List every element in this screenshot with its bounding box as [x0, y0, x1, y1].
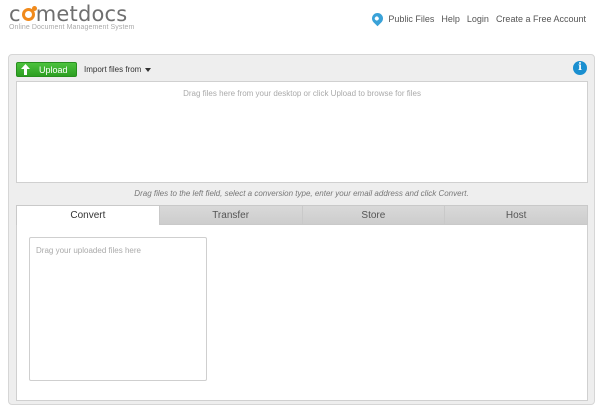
import-files-label: Import files from	[84, 65, 142, 74]
main-panel: Upload Import files from i Drag files he…	[8, 54, 595, 405]
logo-wordmark: c metdocs	[9, 2, 128, 26]
caret-down-icon	[145, 67, 152, 72]
uploaded-files-dropbox[interactable]: Drag your uploaded files here	[29, 237, 207, 381]
uploaded-files-hint: Drag your uploaded files here	[36, 246, 141, 255]
tab-store[interactable]: Store	[302, 205, 446, 225]
info-icon[interactable]: i	[573, 61, 587, 75]
top-nav: Public Files Help Login Create a Free Ac…	[370, 10, 586, 27]
convert-tab-content: Drag your uploaded files here	[16, 225, 588, 401]
tab-transfer[interactable]: Transfer	[159, 205, 303, 225]
help-link[interactable]: Help	[441, 14, 460, 24]
tab-host[interactable]: Host	[445, 205, 588, 225]
logo-orbit-icon	[21, 6, 37, 21]
import-files-dropdown[interactable]: Import files from	[84, 65, 152, 74]
upload-button[interactable]: Upload	[16, 62, 77, 77]
tab-convert[interactable]: Convert	[16, 205, 160, 225]
map-pin-icon	[370, 10, 386, 27]
file-dropzone[interactable]: Drag files here from your desktop or cli…	[16, 81, 588, 183]
login-link[interactable]: Login	[467, 14, 489, 24]
logo-tagline: Online Document Management System	[9, 24, 135, 31]
up-arrow-icon	[21, 64, 30, 75]
public-files-link[interactable]: Public Files	[388, 14, 434, 24]
create-account-link[interactable]: Create a Free Account	[496, 14, 586, 24]
instructions-text: Drag files to the left field, select a c…	[134, 189, 469, 198]
logo[interactable]: c metdocs Online Document Management Syst…	[9, 2, 134, 31]
tab-bar: Convert Transfer Store Host	[16, 205, 588, 225]
dropzone-hint: Drag files here from your desktop or cli…	[183, 89, 421, 98]
upload-button-label: Upload	[39, 64, 68, 75]
